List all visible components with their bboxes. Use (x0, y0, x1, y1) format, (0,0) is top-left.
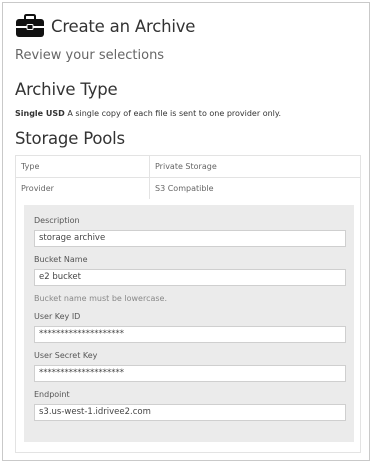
storage-pool-fields-panel: Description storage archive Bucket Name … (24, 205, 354, 442)
bucket-name-field[interactable]: e2 bucket (34, 269, 346, 286)
row-value-provider: S3 Compatible (149, 177, 361, 200)
user-key-id-field[interactable]: ******************** (34, 326, 346, 343)
briefcase-icon (16, 14, 44, 37)
user-secret-key-field[interactable]: ******************** (34, 365, 346, 382)
user-key-id-label: User Key ID (34, 312, 81, 321)
storage-pool-summary-table: Type Private Storage Provider S3 Compati… (15, 155, 361, 200)
page-title: Create an Archive (51, 16, 196, 36)
archive-type-name: Single USD (15, 109, 65, 118)
archive-type-heading: Archive Type (15, 80, 118, 99)
table-row: Type Private Storage (15, 155, 361, 178)
endpoint-label: Endpoint (34, 390, 70, 399)
row-key-type: Type (15, 155, 150, 178)
description-field[interactable]: storage archive (34, 230, 346, 247)
row-value-type: Private Storage (149, 155, 361, 178)
storage-pool-details: Description storage archive Bucket Name … (15, 199, 361, 453)
description-label: Description (34, 216, 80, 225)
archive-type-description: A single copy of each file is sent to on… (67, 109, 282, 118)
bucket-name-help: Bucket name must be lowercase. (34, 294, 168, 303)
page-header: Create an Archive (15, 13, 195, 39)
table-row: Provider S3 Compatible (15, 177, 361, 200)
bucket-name-label: Bucket Name (34, 255, 88, 264)
archive-type-summary: Single USD A single copy of each file is… (15, 109, 281, 118)
user-secret-key-label: User Secret Key (34, 351, 98, 360)
endpoint-field[interactable]: s3.us-west-1.idrivee2.com (34, 404, 346, 421)
storage-pools-heading: Storage Pools (15, 129, 125, 148)
row-key-provider: Provider (15, 177, 150, 200)
archive-review-window: Create an Archive Review your selections… (2, 2, 370, 461)
page-subtitle: Review your selections (15, 48, 165, 63)
